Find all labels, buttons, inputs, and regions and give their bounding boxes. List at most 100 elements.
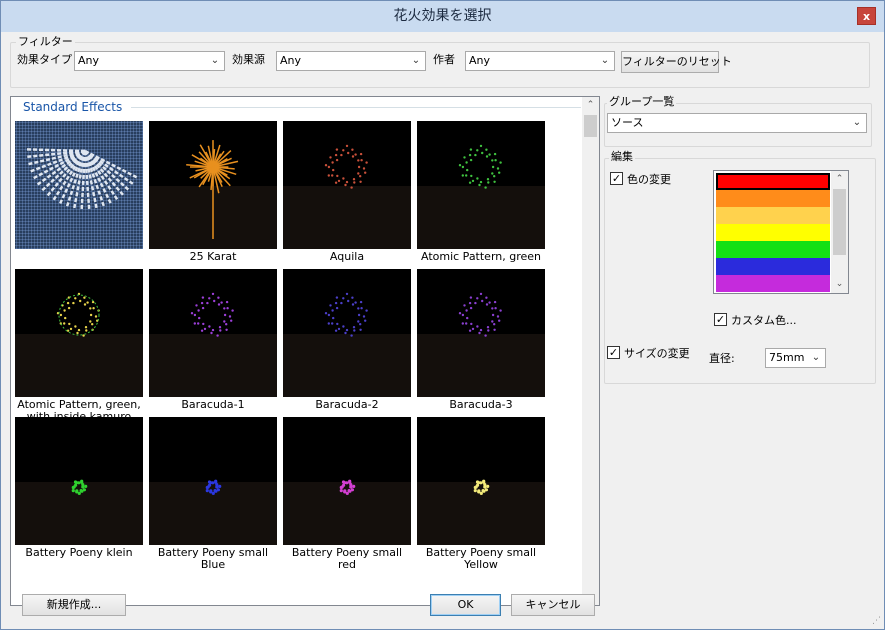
spark [342,177,345,180]
spark [332,168,335,172]
effect-type-select[interactable]: Any ⌄ [74,51,225,71]
scroll-thumb[interactable] [584,115,597,137]
spark [347,299,350,303]
spark [352,484,356,488]
change-color-checkbox[interactable]: ✓ [610,172,623,185]
spark [481,151,484,155]
effect-name: Aquila [329,250,365,263]
spark [329,156,332,159]
spark [499,309,502,312]
ok-button[interactable]: OK [430,594,501,616]
spark [461,165,465,169]
spark [77,481,81,485]
color-list[interactable]: ⌃ ⌄ [713,170,849,294]
spark [351,155,355,158]
scroll-down-icon[interactable]: ⌄ [831,276,848,293]
color-swatch[interactable] [716,224,830,241]
spark [359,180,362,183]
spark [344,331,347,335]
spark [210,331,213,335]
effect-tile[interactable]: Battery Poeny small Yellow [417,417,551,571]
color-swatch[interactable] [716,275,830,292]
burst-graphic [458,144,502,189]
effect-tile[interactable]: Baracuda-3 [417,269,551,415]
effect-tile[interactable]: Atomic Pattern, green, with inside kamur… [15,269,149,423]
effect-type-label: 効果タイプ [17,53,72,66]
effect-tile[interactable]: Battery Poeny klein [15,417,149,563]
spark [79,489,83,493]
resize-grip-icon[interactable]: ⋰ [872,616,881,626]
spark [197,322,200,325]
author-select[interactable]: Any ⌄ [465,51,615,71]
spark [481,299,484,303]
spark [352,326,356,329]
custom-color-checkbox[interactable]: ✓ [714,313,727,326]
spark [343,489,347,493]
spark [483,483,487,487]
spark [359,175,362,178]
custom-color-label[interactable]: カスタム色... [731,312,797,328]
gallery-scrollbar[interactable]: ⌃ ⌄ [582,97,599,605]
spark [340,301,343,305]
spark [359,328,362,331]
scroll-thumb[interactable] [833,189,846,255]
burst-graphic [339,479,356,495]
color-swatch[interactable] [716,258,830,275]
effect-tile[interactable]: 25 Karat [149,121,283,267]
spark [334,329,338,332]
color-swatch[interactable] [716,173,830,190]
effects-gallery[interactable]: Standard Effects 25 Karat Aquila Atomic Pa… [10,96,600,606]
group-list-select[interactable]: ソース ⌄ [607,113,867,133]
firework-icon [417,121,545,249]
effect-tile[interactable] [15,121,149,267]
color-swatch[interactable] [716,207,830,224]
spark [86,301,89,304]
reset-filter-button[interactable]: フィルターのリセット [621,51,732,73]
spark [329,304,332,307]
spark [72,301,75,305]
spark [474,301,477,305]
spark [327,313,331,317]
scroll-up-icon[interactable]: ⌃ [582,97,599,114]
effect-tile[interactable]: Atomic Pattern, green [417,121,551,267]
scroll-up-icon[interactable]: ⌃ [831,171,848,188]
spark [359,152,363,156]
spark [74,297,77,300]
spark [470,322,473,326]
effect-tile[interactable]: Battery Poeny small red [283,417,417,571]
effect-tile[interactable]: Aquila [283,121,417,267]
spark [64,316,67,320]
group-divider [131,107,581,108]
firework-icon [149,121,277,249]
spark [69,327,73,331]
effect-preview [15,121,143,249]
spark [335,158,339,162]
chevron-down-icon: ⌄ [411,55,421,66]
burst-graphic [324,292,368,337]
spark [71,489,75,493]
diameter-select[interactable]: 75mm ⌄ [765,348,826,368]
color-list-scrollbar[interactable]: ⌃ ⌄ [831,171,848,293]
color-swatch[interactable] [716,190,830,207]
effect-tile[interactable]: Baracuda-1 [149,269,283,415]
spark [324,312,328,315]
spark [59,313,63,317]
effect-tile[interactable]: Baracuda-2 [283,269,417,415]
effect-source-select[interactable]: Any ⌄ [276,51,426,71]
spark [466,168,469,172]
spark [468,153,472,157]
spark [365,161,368,164]
effect-tile[interactable]: Battery Poeny small Blue [149,417,283,571]
color-swatch[interactable] [716,241,830,258]
firework-icon [283,121,411,249]
close-button[interactable]: x [857,7,876,25]
spark [198,316,201,320]
spark [362,315,366,318]
spark [481,489,485,493]
change-size-checkbox[interactable]: ✓ [607,346,620,359]
spark [75,489,79,493]
cancel-button[interactable]: キャンセル [511,594,595,616]
new-button[interactable]: 新規作成... [22,594,126,616]
spark [203,327,207,331]
spark [327,174,330,177]
